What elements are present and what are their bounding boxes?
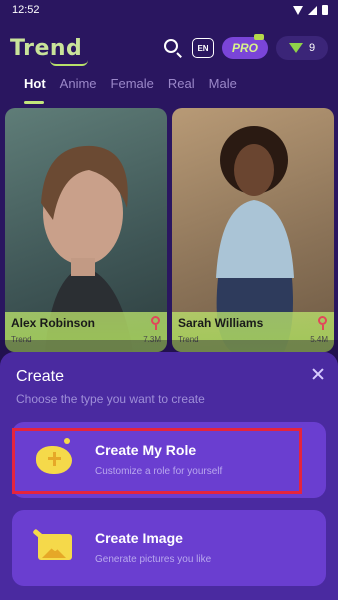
- battery-icon: [322, 5, 328, 15]
- wifi-icon: [293, 5, 303, 15]
- status-bar: 12:52: [0, 0, 338, 20]
- option-subtitle: Customize a role for yourself: [95, 466, 223, 477]
- character-name: Sarah Williams: [178, 316, 264, 330]
- category-tabs: Hot Anime Female Real Male: [0, 76, 237, 104]
- tab-anime[interactable]: Anime: [60, 76, 97, 98]
- create-bottom-sheet: Create Choose the type you want to creat…: [0, 352, 338, 600]
- crown-icon: [254, 34, 264, 40]
- female-icon: [151, 316, 160, 330]
- option-title: Create My Role: [95, 442, 197, 458]
- character-card[interactable]: Alex Robinson Trend 7.3M: [5, 108, 167, 352]
- role-blob-icon: [34, 438, 78, 478]
- option-title: Create Image: [95, 530, 183, 546]
- tab-real[interactable]: Real: [168, 76, 195, 98]
- search-icon[interactable]: [162, 37, 184, 59]
- female-icon: [318, 316, 327, 330]
- create-my-role-button[interactable]: Create My Role Customize a role for your…: [12, 422, 326, 498]
- sheet-subtitle: Choose the type you want to create: [16, 392, 205, 406]
- option-subtitle: Generate pictures you like: [95, 554, 212, 565]
- logo-swoosh: [50, 60, 88, 66]
- signal-icon: [308, 5, 317, 15]
- header-actions: EN PRO 9: [162, 34, 328, 60]
- pro-label: PRO: [231, 41, 258, 55]
- tab-male[interactable]: Male: [209, 76, 237, 98]
- tab-female[interactable]: Female: [111, 76, 154, 98]
- language-button[interactable]: EN: [192, 38, 214, 58]
- gem-icon: [288, 43, 303, 53]
- gems-balance-button[interactable]: 9: [276, 36, 328, 60]
- status-time: 12:52: [12, 4, 40, 16]
- tab-hot[interactable]: Hot: [24, 76, 46, 104]
- app-header: Trend EN PRO 9: [0, 28, 338, 68]
- character-name: Alex Robinson: [11, 316, 96, 330]
- close-icon[interactable]: [310, 366, 326, 382]
- character-card[interactable]: Sarah Williams Trend 5.4M: [172, 108, 334, 352]
- create-image-button[interactable]: Create Image Generate pictures you like: [12, 510, 326, 586]
- status-icons: [293, 5, 328, 15]
- app-logo: Trend: [10, 36, 88, 66]
- sheet-title: Create: [16, 368, 65, 385]
- image-paint-icon: [32, 526, 78, 566]
- pro-button[interactable]: PRO: [222, 34, 268, 59]
- gems-count: 9: [308, 42, 316, 54]
